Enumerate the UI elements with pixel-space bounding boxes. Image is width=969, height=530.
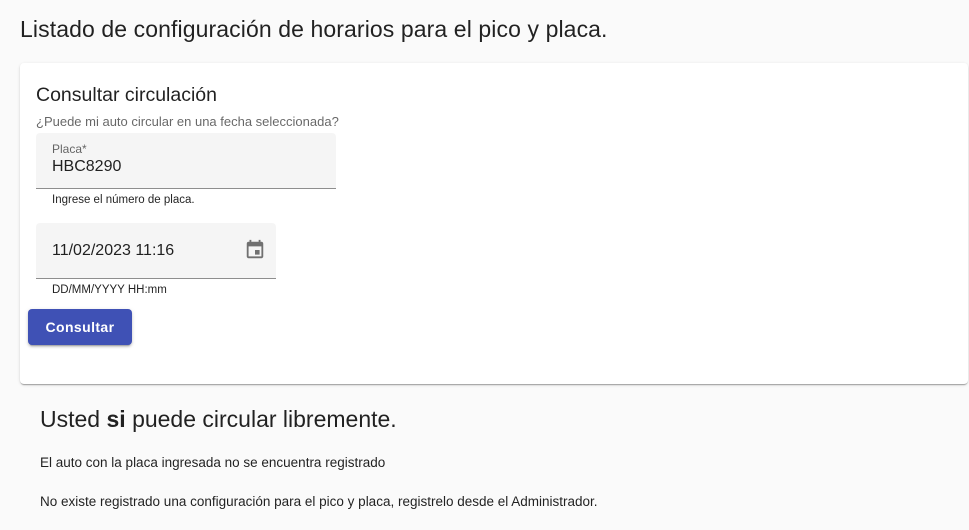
card-subtitle: ¿Puede mi auto circular en una fecha sel… [36, 114, 339, 129]
calendar-icon[interactable] [244, 239, 266, 261]
page-title: Listado de configuración de horarios par… [20, 16, 608, 42]
query-card: Consultar circulación ¿Puede mi auto cir… [20, 63, 968, 384]
result-message-registration: El auto con la placa ingresada no se enc… [40, 455, 386, 470]
datetime-input[interactable] [52, 242, 232, 260]
result-heading-suffix: puede circular libremente. [132, 406, 397, 432]
plate-label: Placa* [52, 142, 87, 156]
card-title: Consultar circulación [36, 84, 217, 106]
result-heading-prefix: Usted [40, 406, 101, 432]
result-heading-bold: si [106, 406, 126, 432]
consultar-button[interactable]: Consultar [28, 309, 132, 345]
result-message-config: No existe registrado una configuración p… [40, 494, 598, 509]
result-heading: Usted si puede circular libremente. [40, 406, 397, 433]
datetime-field[interactable] [36, 223, 276, 279]
plate-hint: Ingrese el número de placa. [52, 194, 195, 206]
plate-input[interactable] [52, 158, 312, 176]
datetime-hint: DD/MM/YYYY HH:mm [52, 284, 167, 296]
plate-field[interactable]: Placa* [36, 133, 336, 189]
